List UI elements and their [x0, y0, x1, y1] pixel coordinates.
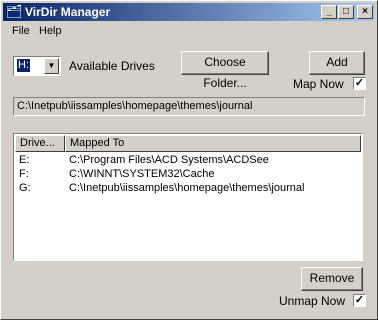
chevron-down-icon[interactable]: ▼ [44, 58, 59, 74]
folder-icon: 🗂 [6, 4, 23, 19]
map-now-checkbox[interactable]: ✓ [353, 77, 366, 90]
title-bar[interactable]: 🗂 VirDir Manager _ □ × [3, 3, 375, 21]
menu-help[interactable]: Help [39, 25, 62, 37]
remove-button[interactable]: Remove [301, 267, 363, 291]
column-mapped-to[interactable]: Mapped To [65, 135, 361, 152]
close-button[interactable]: × [357, 5, 373, 19]
row-mapped-to: C:\Inetpub\iissamples\homepage\themes\jo… [69, 182, 305, 194]
column-drive[interactable]: Drive... [15, 135, 65, 152]
list-item[interactable]: G: C:\Inetpub\iissamples\homepage\themes… [15, 182, 361, 196]
unmap-now-checkbox[interactable]: ✓ [353, 294, 366, 307]
add-button[interactable]: Add [309, 51, 365, 75]
list-item[interactable]: E: C:\Program Files\ACD Systems\ACDSee [15, 154, 361, 168]
path-field: C:\Inetpub\iissamples\homepage\themes\jo… [13, 97, 365, 116]
menu-bar: File Help [3, 22, 375, 41]
row-drive: E: [19, 154, 30, 166]
row-mapped-to: C:\Program Files\ACD Systems\ACDSee [69, 154, 269, 166]
list-header: Drive... Mapped To [15, 135, 361, 152]
available-drives-label: Available Drives [69, 59, 155, 73]
maximize-button[interactable]: □ [338, 5, 354, 19]
choose-folder-button[interactable]: Choose Folder... [181, 51, 269, 90]
row-drive: G: [19, 182, 31, 194]
row-drive: F: [19, 168, 29, 180]
menu-file[interactable]: File [12, 25, 30, 37]
app-window: 🗂 VirDir Manager _ □ × File Help H: ▼ Av… [0, 0, 378, 320]
minimize-button[interactable]: _ [321, 5, 337, 19]
list-item[interactable]: F: C:\WINNT\SYSTEM32\Cache [15, 168, 361, 182]
drive-select-value: H: [17, 59, 30, 72]
mappings-list[interactable]: Drive... Mapped To E: C:\Program Files\A… [13, 133, 363, 261]
drive-select[interactable]: H: ▼ [13, 56, 61, 76]
row-mapped-to: C:\WINNT\SYSTEM32\Cache [69, 168, 215, 180]
map-now-label: Map Now [293, 77, 344, 91]
unmap-now-label: Unmap Now [279, 294, 346, 308]
window-title: VirDir Manager [25, 5, 111, 19]
